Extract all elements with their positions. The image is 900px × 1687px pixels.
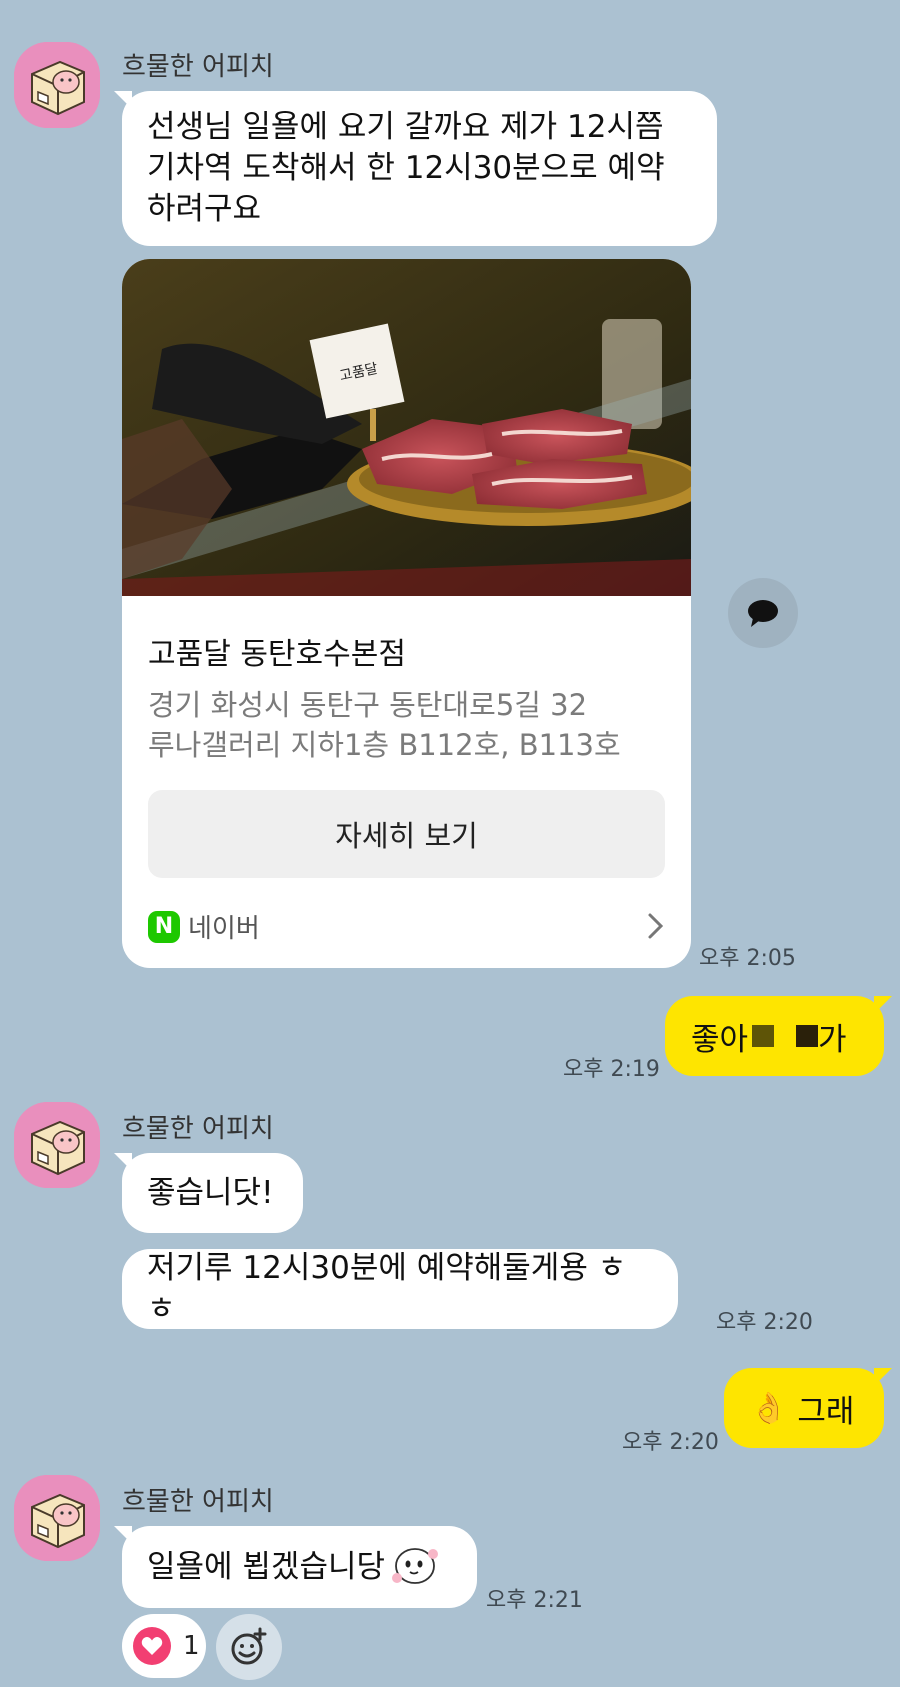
avatar-box-illustration xyxy=(14,42,100,128)
sent-message-bubble[interactable]: 👌 그래 xyxy=(724,1368,892,1448)
sent-message-bubble[interactable]: 좋아 가 xyxy=(665,996,892,1076)
source-label: 네이버 xyxy=(188,914,260,944)
message-text: 일욜에 뵙겠습니당 xyxy=(147,1548,386,1585)
avatar-box-illustration xyxy=(14,1102,100,1188)
censor-block xyxy=(752,1025,775,1047)
place-address-line2: 루나갤러리 지하1층 B112호, B113호 xyxy=(148,728,621,762)
heart-icon xyxy=(133,1627,171,1665)
message-text: 선생님 일욜에 요기 갈까요 제가 12시쯤 기차역 도착해서 한 12시30분… xyxy=(147,109,665,227)
peer-avatar[interactable] xyxy=(14,1102,100,1188)
ok-hand-emoji: 👌 xyxy=(750,1390,788,1426)
message-text: 저기루 12시30분에 예약해둘게용 ㅎㅎ xyxy=(147,1250,627,1327)
avatar-box-illustration xyxy=(14,1475,100,1561)
heart-reaction[interactable]: 1 xyxy=(122,1614,206,1678)
message-time: 오후 2:20 xyxy=(622,1430,719,1455)
peer-avatar[interactable] xyxy=(14,1475,100,1561)
link-preview-card[interactable]: 고품달 고품달 동탄호수본점 경기 화성시 동탄구 동탄대로5길 32 루나갤러… xyxy=(122,259,691,968)
view-details-button[interactable]: 자세히 보기 xyxy=(148,790,665,878)
censor-block xyxy=(796,1025,819,1047)
message-time: 오후 2:21 xyxy=(486,1588,583,1613)
sender-name: 흐물한 어피치 xyxy=(122,1114,274,1144)
message-text: 좋아 xyxy=(691,1021,749,1058)
chevron-right-icon[interactable] xyxy=(646,911,666,941)
add-emoji-icon xyxy=(231,1627,267,1665)
naver-logo-icon: N xyxy=(148,910,180,943)
peer-avatar[interactable] xyxy=(14,42,100,128)
reaction-count: 1 xyxy=(183,1631,200,1661)
place-name: 고품달 동탄호수본점 xyxy=(148,637,406,672)
message-bubble[interactable]: 좋습니닷! xyxy=(114,1153,303,1233)
message-time: 오후 2:05 xyxy=(699,946,796,971)
card-source[interactable]: N 네이버 xyxy=(148,908,260,945)
message-text: 그래 xyxy=(797,1393,855,1430)
message-time: 오후 2:19 xyxy=(563,1057,660,1082)
message-text: 좋습니닷! xyxy=(147,1174,274,1211)
message-bubble[interactable]: 선생님 일욜에 요기 갈까요 제가 12시쯤 기차역 도착해서 한 12시30분… xyxy=(114,91,717,246)
message-time: 오후 2:20 xyxy=(716,1310,813,1335)
sender-name: 흐물한 어피치 xyxy=(122,1487,274,1517)
message-bubble[interactable]: 저기루 12시30분에 예약해둘게용 ㅎㅎ xyxy=(122,1249,678,1329)
sender-name: 흐물한 어피치 xyxy=(122,52,274,82)
place-photo[interactable]: 고품달 xyxy=(122,259,691,596)
speech-bubble-icon xyxy=(748,600,778,627)
add-reaction-button[interactable] xyxy=(216,1614,282,1680)
ghost-emoticon xyxy=(392,1548,439,1584)
message-bubble[interactable]: 일욜에 뵙겠습니당 xyxy=(114,1526,477,1608)
place-address-line1: 경기 화성시 동탄구 동탄대로5길 32 xyxy=(148,688,588,722)
message-text: 가 xyxy=(818,1021,847,1058)
share-button[interactable] xyxy=(728,578,798,648)
